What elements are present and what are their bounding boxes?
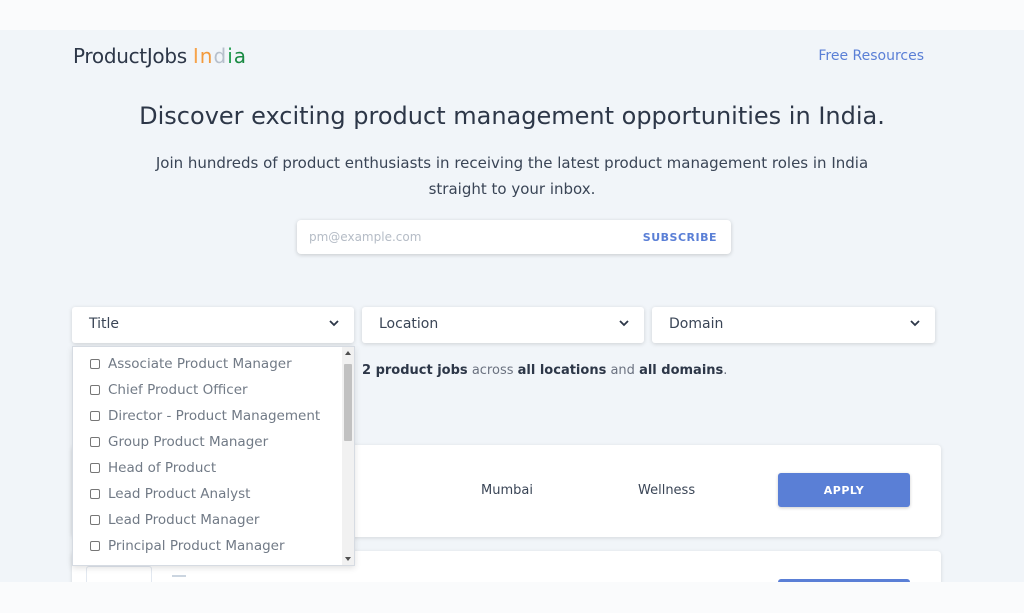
title-option[interactable]: Lead Product Manager bbox=[73, 507, 320, 533]
domain-filter-select[interactable]: Domain bbox=[652, 307, 935, 343]
dropdown-scrollbar[interactable] bbox=[342, 347, 354, 565]
location-filter-select[interactable]: Location bbox=[362, 307, 644, 343]
title-option-label: Director - Product Management bbox=[108, 408, 321, 424]
title-option-label: Group Product Manager bbox=[108, 434, 269, 450]
title-option-label: Lead Product Manager bbox=[108, 512, 260, 528]
logo-india: India bbox=[193, 44, 247, 68]
chevron-down-icon bbox=[910, 320, 920, 327]
title-option[interactable]: Principal Product Manager bbox=[73, 533, 320, 559]
scrollbar-thumb[interactable] bbox=[344, 364, 352, 441]
job-title-fragment bbox=[172, 575, 186, 577]
domain-filter-label: Domain bbox=[669, 316, 724, 332]
checkbox[interactable] bbox=[90, 411, 100, 421]
title-option[interactable]: Lead Product Analyst bbox=[73, 481, 320, 507]
title-options-list: Associate Product Manager Chief Product … bbox=[73, 351, 320, 559]
page: ProductJobs India Free Resources Discover… bbox=[0, 30, 1024, 582]
job-location: Mumbai bbox=[481, 483, 533, 498]
subscribe-form: SUBSCRIBE bbox=[297, 220, 731, 254]
title-option[interactable]: Associate Product Manager bbox=[73, 351, 320, 377]
title-option-label: Associate Product Manager bbox=[108, 356, 292, 372]
site-logo[interactable]: ProductJobs India bbox=[73, 44, 247, 68]
checkbox[interactable] bbox=[90, 515, 100, 525]
company-logo bbox=[86, 566, 152, 582]
checkbox[interactable] bbox=[90, 463, 100, 473]
checkbox[interactable] bbox=[90, 489, 100, 499]
apply-button[interactable]: APPLY bbox=[778, 473, 910, 507]
title-option-label: Head of Product bbox=[108, 460, 217, 476]
email-input[interactable] bbox=[297, 220, 651, 254]
chevron-down-icon bbox=[329, 320, 339, 327]
apply-button[interactable] bbox=[778, 579, 910, 582]
logo-india-letter: I bbox=[192, 44, 200, 68]
logo-india-letter: d bbox=[213, 44, 228, 68]
summary-across: across bbox=[471, 363, 514, 378]
summary-domains: all domains bbox=[639, 363, 724, 378]
title-option-label: Principal Product Manager bbox=[108, 538, 285, 554]
logo-india-letter: a bbox=[233, 44, 248, 68]
summary-end: . bbox=[723, 363, 728, 378]
title-filter-label: Title bbox=[89, 316, 120, 332]
chevron-down-icon bbox=[619, 320, 629, 327]
checkbox[interactable] bbox=[90, 541, 100, 551]
hero-title: Discover exciting product management opp… bbox=[139, 102, 885, 130]
job-count: 2 product jobs bbox=[362, 363, 468, 378]
scroll-down-arrow-icon[interactable] bbox=[345, 557, 351, 561]
scroll-up-arrow-icon[interactable] bbox=[345, 351, 351, 355]
subscribe-button[interactable]: SUBSCRIBE bbox=[643, 220, 717, 254]
logo-india-letter: n bbox=[199, 44, 214, 68]
checkbox[interactable] bbox=[90, 437, 100, 447]
job-domain: Wellness bbox=[638, 483, 696, 498]
hero-subtitle: Join hundreds of product enthusiasts in … bbox=[155, 154, 869, 198]
title-option[interactable]: Chief Product Officer bbox=[73, 377, 320, 403]
checkbox[interactable] bbox=[90, 359, 100, 369]
title-option-label: Chief Product Officer bbox=[108, 382, 248, 398]
results-summary: 2 product jobs across all locations and … bbox=[362, 363, 727, 378]
title-option[interactable]: Head of Product bbox=[73, 455, 320, 481]
checkbox[interactable] bbox=[90, 385, 100, 395]
title-option[interactable]: Group Product Manager bbox=[73, 429, 320, 455]
title-filter-select[interactable]: Title bbox=[72, 307, 354, 343]
title-option-label: Lead Product Analyst bbox=[108, 486, 251, 502]
location-filter-label: Location bbox=[379, 316, 439, 332]
title-options-dropdown: Associate Product Manager Chief Product … bbox=[72, 346, 355, 566]
title-option[interactable]: Director - Product Management bbox=[73, 403, 320, 429]
summary-and: and bbox=[610, 363, 635, 378]
summary-locations: all locations bbox=[517, 363, 607, 378]
logo-text: ProductJobs bbox=[73, 44, 187, 68]
free-resources-link[interactable]: Free Resources bbox=[818, 48, 924, 64]
